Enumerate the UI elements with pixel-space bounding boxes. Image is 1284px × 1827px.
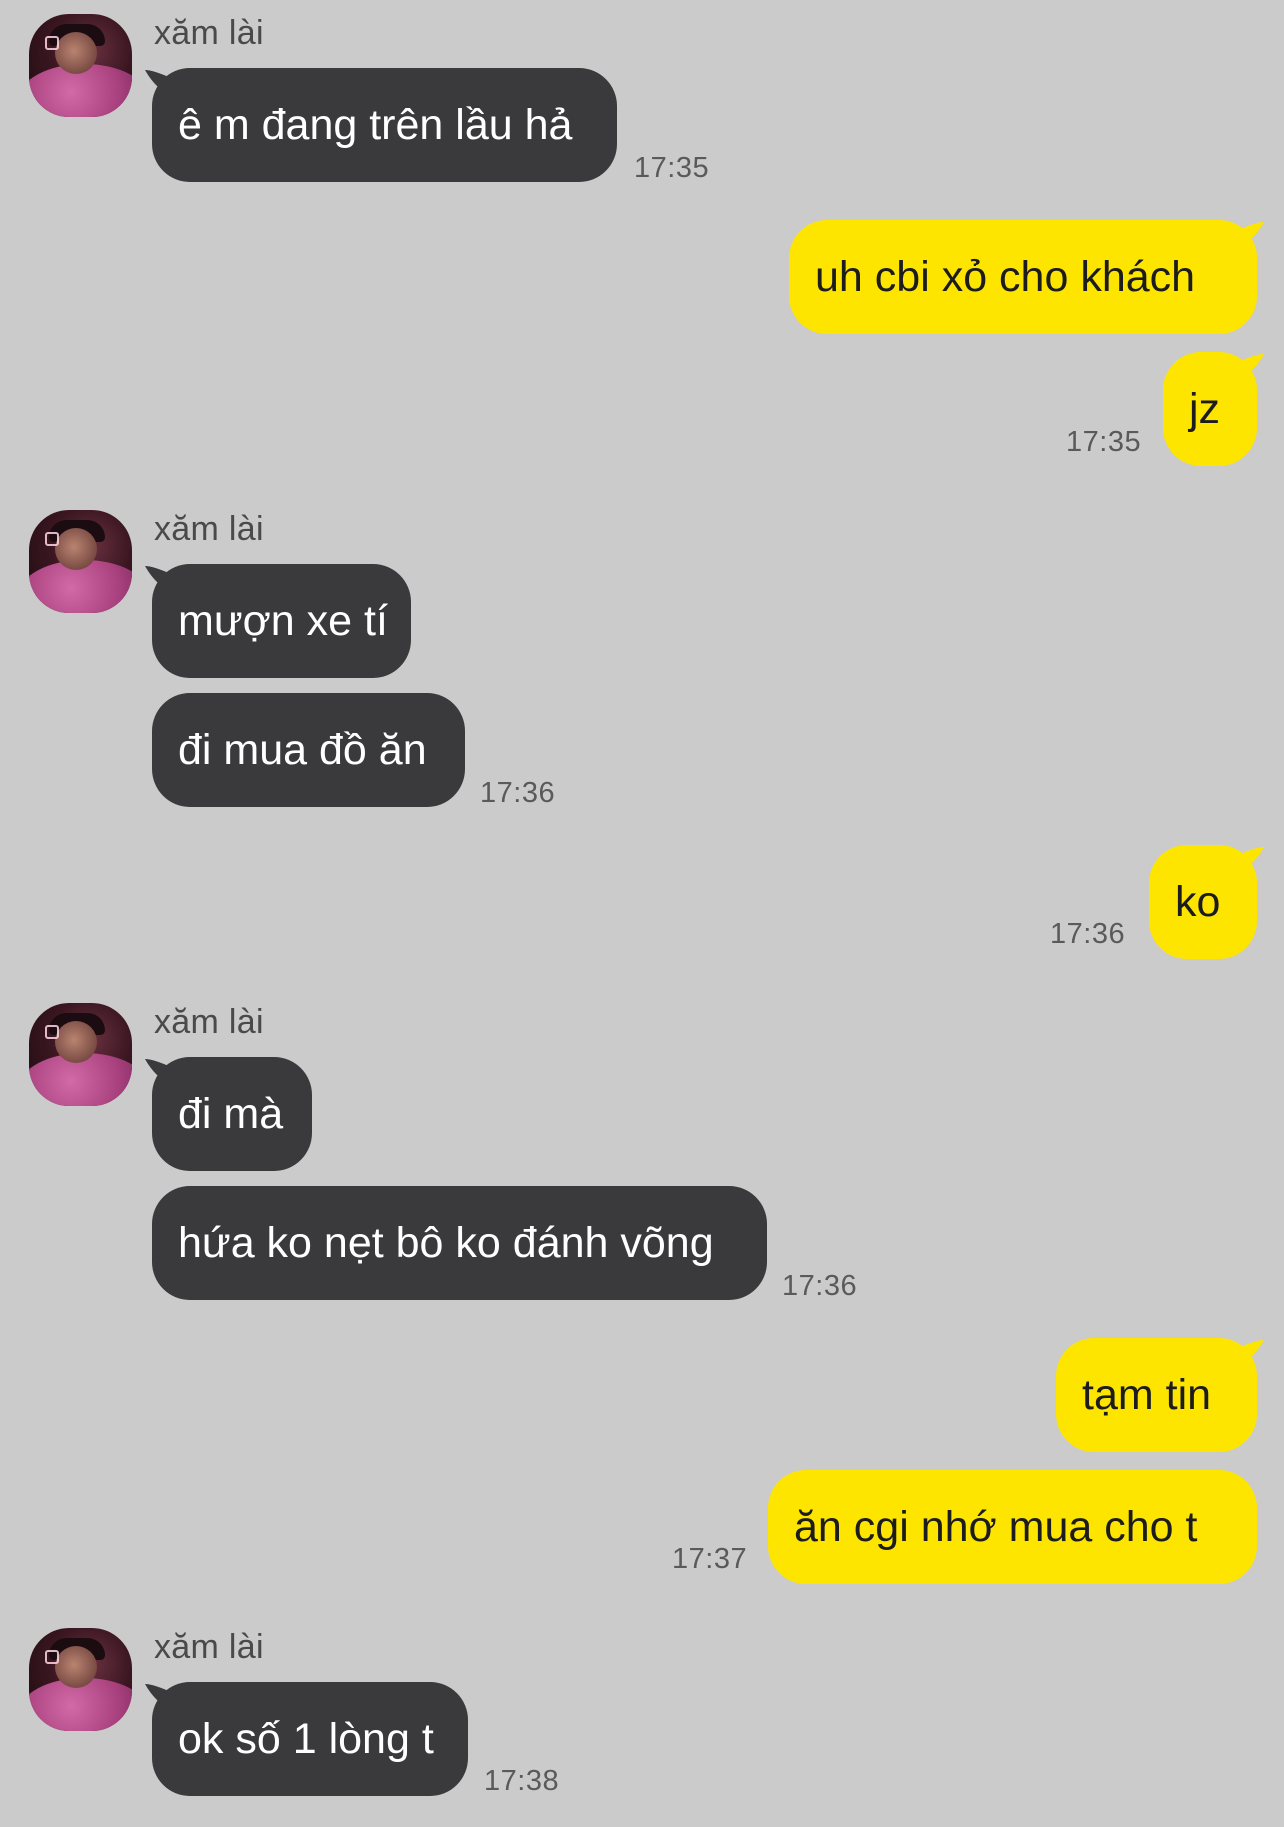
message-bubble-outgoing[interactable]: tạm tin: [1056, 1338, 1257, 1452]
contact-avatar[interactable]: [29, 1003, 132, 1106]
message-bubble-incoming[interactable]: mượn xe tí: [152, 564, 411, 678]
message-bubble-outgoing[interactable]: uh cbi xỏ cho khách: [789, 220, 1257, 334]
contact-avatar[interactable]: [29, 1628, 132, 1731]
message-bubble-outgoing[interactable]: ăn cgi nhớ mua cho t: [768, 1470, 1257, 1584]
message-bubble-incoming[interactable]: ok số 1 lòng t: [152, 1682, 468, 1796]
message-timestamp: 17:35: [1066, 426, 1142, 458]
contact-avatar[interactable]: [29, 14, 132, 117]
sender-name: xăm lài: [154, 510, 264, 548]
message-bubble-incoming[interactable]: đi mà: [152, 1057, 312, 1171]
message-timestamp: 17:35: [634, 152, 710, 184]
message-timestamp: 17:36: [782, 1270, 858, 1302]
message-bubble-outgoing[interactable]: ko: [1149, 845, 1257, 959]
message-timestamp: 17:36: [1050, 918, 1126, 950]
message-bubble-incoming[interactable]: ê m đang trên lầu hả: [152, 68, 617, 182]
message-bubble-incoming[interactable]: đi mua đồ ăn: [152, 693, 465, 807]
sender-name: xăm lài: [154, 1003, 264, 1041]
sender-name: xăm lài: [154, 1628, 264, 1666]
message-timestamp: 17:36: [480, 777, 556, 809]
message-timestamp: 17:37: [672, 1543, 748, 1575]
sender-name: xăm lài: [154, 14, 264, 52]
contact-avatar[interactable]: [29, 510, 132, 613]
message-bubble-incoming[interactable]: hứa ko nẹt bô ko đánh võng: [152, 1186, 767, 1300]
message-bubble-outgoing[interactable]: jz: [1163, 352, 1257, 466]
message-timestamp: 17:38: [484, 1765, 560, 1797]
